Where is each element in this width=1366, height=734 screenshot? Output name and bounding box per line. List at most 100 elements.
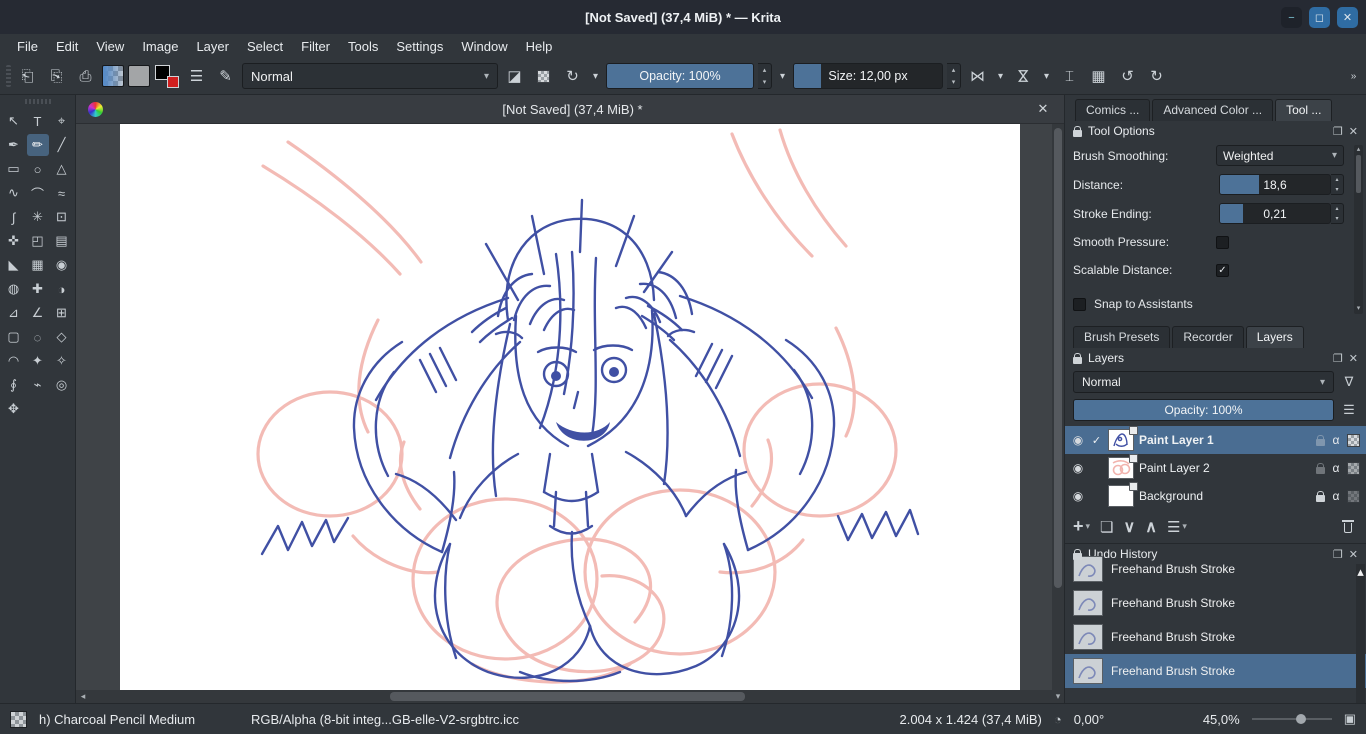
layer-properties-button[interactable]: ☰ ▾ <box>1167 518 1187 536</box>
brush-size-spin-buttons[interactable]: ▴ ▾ <box>947 63 961 89</box>
delete-layer-button[interactable] <box>1340 519 1356 535</box>
visibility-eye-icon[interactable]: ◉ <box>1071 489 1085 503</box>
polygon-tool[interactable]: △ <box>51 158 73 180</box>
current-brush-name[interactable]: h) Charcoal Pencil Medium <box>39 712 239 727</box>
mirror-vertical-options[interactable]: ▾ <box>1040 63 1053 89</box>
crop-tool[interactable]: ◰ <box>27 230 49 252</box>
horizontal-scrollbar[interactable]: ◂ ▾ <box>76 690 1064 703</box>
mirror-horizontal-button[interactable]: ⋈ <box>965 63 990 89</box>
blending-mode-dropdown[interactable]: Normal ▾ <box>242 63 498 89</box>
alpha-channel-icon[interactable]: α <box>1330 461 1342 475</box>
scroll-up-icon[interactable]: ▴ <box>1357 564 1364 580</box>
layer-filter-icon[interactable]: ∇ <box>1340 374 1358 390</box>
snap-button[interactable]: ⌶ <box>1057 63 1082 89</box>
scroll-down-icon[interactable]: ▾ <box>1357 304 1361 314</box>
smart-patch-tool[interactable]: ✚ <box>27 278 49 300</box>
visibility-eye-icon[interactable]: ◉ <box>1071 461 1085 475</box>
toolbar-grip[interactable] <box>6 65 11 87</box>
smooth-pressure-checkbox[interactable] <box>1216 235 1229 249</box>
zoom-tool[interactable]: ◎ <box>51 374 73 396</box>
opacity-options-button[interactable]: ▾ <box>776 63 789 89</box>
polygon-select-tool[interactable]: ◇ <box>51 326 73 348</box>
toolbox-grip[interactable] <box>24 99 51 104</box>
float-docker-icon[interactable]: ❐ <box>1333 352 1343 365</box>
scroll-left-icon[interactable]: ◂ <box>76 691 90 702</box>
document-close-button[interactable]: ✕ <box>1034 100 1052 118</box>
distance-slider[interactable]: 18,6 <box>1219 174 1331 195</box>
distance-spin-buttons[interactable]: ▴ ▾ <box>1331 174 1344 195</box>
tab-brush-presets[interactable]: Brush Presets <box>1073 326 1171 348</box>
rect-select-tool[interactable]: ▢ <box>3 326 25 348</box>
scroll-down-icon[interactable]: ▾ <box>1052 691 1064 702</box>
move-tool[interactable]: ✜ <box>3 230 25 252</box>
polyline-tool[interactable]: ∿ <box>3 182 25 204</box>
undo-button[interactable]: ↺ <box>1115 63 1140 89</box>
reload-options-button[interactable]: ▾ <box>589 63 602 89</box>
rotation-angle-value[interactable]: 0,00° <box>1074 712 1122 727</box>
menu-settings[interactable]: Settings <box>387 37 452 56</box>
layers-header[interactable]: Layers ❐ ✕ <box>1065 348 1366 368</box>
gradient-tool[interactable]: ▤ <box>51 230 73 252</box>
tool-options-header[interactable]: Tool Options ❐ ✕ <box>1065 121 1366 141</box>
mirror-horizontal-options[interactable]: ▾ <box>994 63 1007 89</box>
grid-button[interactable]: ▦ <box>1086 63 1111 89</box>
layer-row-paint-layer-1[interactable]: ◉ ✓ Paint Layer 1 α <box>1065 426 1366 454</box>
layer-row-background[interactable]: ◉ Background α <box>1065 482 1366 510</box>
vertical-scrollbar[interactable] <box>1052 124 1064 690</box>
inherit-alpha-icon[interactable] <box>1347 461 1360 475</box>
vertical-scrollbar-handle[interactable] <box>1054 128 1062 588</box>
opacity-spin-buttons[interactable]: ▴ ▾ <box>758 63 772 89</box>
layer-opacity-slider[interactable]: Opacity: 100% <box>1073 399 1334 421</box>
menu-tools[interactable]: Tools <box>339 37 387 56</box>
menu-select[interactable]: Select <box>238 37 292 56</box>
lock-icon[interactable] <box>1073 125 1082 137</box>
tab-comics[interactable]: Comics ... <box>1075 99 1151 121</box>
calligraphy-tool[interactable]: ✒ <box>3 134 25 156</box>
freehand-select-tool[interactable]: ◠ <box>3 350 25 372</box>
lock-icon[interactable] <box>1073 548 1082 560</box>
maximize-button[interactable]: ◻ <box>1309 7 1330 28</box>
edit-shapes-tool[interactable]: ⌖ <box>51 110 73 132</box>
color-sampler-tool[interactable]: ◣ <box>3 254 25 276</box>
contiguous-select-tool[interactable]: ✦ <box>27 350 49 372</box>
open-document-button[interactable]: ⎘ <box>44 63 69 89</box>
scalable-distance-checkbox[interactable]: ✓ <box>1216 263 1229 277</box>
menu-image[interactable]: Image <box>133 37 187 56</box>
scroll-up-icon[interactable]: ▴ <box>1357 145 1361 155</box>
menu-edit[interactable]: Edit <box>47 37 87 56</box>
gradient-chooser[interactable] <box>102 65 124 87</box>
layer-lock-icon[interactable] <box>1316 490 1325 502</box>
pattern-chooser[interactable] <box>128 65 150 87</box>
menu-view[interactable]: View <box>87 37 133 56</box>
redo-button[interactable]: ↻ <box>1144 63 1169 89</box>
layer-blending-dropdown[interactable]: Normal ▾ <box>1073 371 1334 393</box>
selection-display-icon[interactable] <box>10 710 27 728</box>
stroke-ending-spin-buttons[interactable]: ▴ ▾ <box>1331 203 1344 224</box>
titlebar[interactable]: [Not Saved] (37,4 MiB) * — Krita − ◻ ✕ <box>0 0 1366 34</box>
inherit-alpha-icon[interactable] <box>1347 489 1360 503</box>
tab-tool-options[interactable]: Tool ... <box>1275 99 1333 121</box>
layer-row-paint-layer-2[interactable]: ◉ Paint Layer 2 α <box>1065 454 1366 482</box>
minimize-button[interactable]: − <box>1281 7 1302 28</box>
menu-filter[interactable]: Filter <box>292 37 339 56</box>
canvas-viewport[interactable] <box>76 124 1064 690</box>
bezier-curve-tool[interactable]: ⌒ <box>27 182 49 204</box>
multibrush-tool[interactable]: ✳ <box>27 206 49 228</box>
tab-layers[interactable]: Layers <box>1245 326 1304 348</box>
zoom-percent-value[interactable]: 45,0% <box>1194 712 1240 727</box>
pan-tool[interactable]: ✥ <box>3 398 25 420</box>
layer-lock-icon[interactable] <box>1316 434 1325 446</box>
menu-window[interactable]: Window <box>452 37 516 56</box>
colorize-mask-tool[interactable]: ◑ <box>51 278 73 300</box>
brush-settings-button[interactable]: ☰ <box>184 63 209 89</box>
select-shapes-tool[interactable]: ↖ <box>3 110 25 132</box>
undo-history-scrollbar[interactable]: ▴ <box>1356 564 1365 703</box>
undo-item-selected[interactable]: Freehand Brush Stroke <box>1065 654 1366 688</box>
alpha-lock-button[interactable] <box>531 63 556 89</box>
canvas[interactable] <box>120 124 1020 690</box>
undo-item[interactable]: Freehand Brush Stroke <box>1065 556 1366 586</box>
inherit-alpha-icon[interactable] <box>1347 433 1360 447</box>
dynamic-brush-tool[interactable]: ∫ <box>3 206 25 228</box>
menu-help[interactable]: Help <box>517 37 562 56</box>
eraser-mode-button[interactable]: ◪ <box>502 63 527 89</box>
